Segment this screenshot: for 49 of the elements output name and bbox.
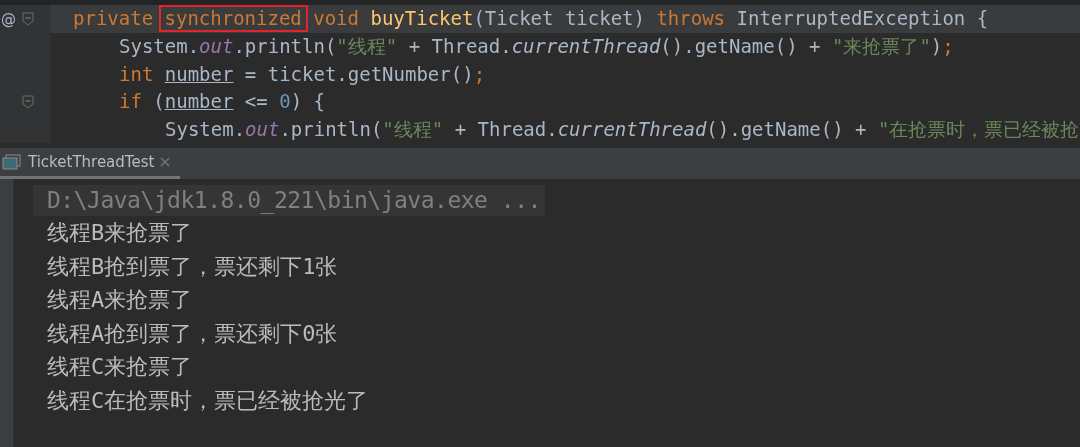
- console-icon: [2, 154, 22, 170]
- code-token: 0: [279, 92, 291, 112]
- console-output-line: 线程B抢到票了，票还剩下1张: [46, 252, 338, 281]
- code-token: ().getName() +: [706, 120, 868, 140]
- code-token: ().getName() +: [660, 37, 822, 57]
- code-token: if: [119, 92, 143, 112]
- code-token: ) {: [290, 92, 325, 112]
- code-token: void: [312, 9, 360, 29]
- code-token: System.: [119, 37, 200, 57]
- tab-label: TicketThreadTest: [28, 153, 155, 171]
- code-token: + Thread.: [407, 37, 512, 57]
- code-token: "线程": [336, 37, 398, 57]
- run-tab[interactable]: TicketThreadTest: [0, 148, 181, 179]
- console-command: D:\Java\jdk1.8.0_221\bin\java.exe ...: [33, 185, 545, 216]
- code-token: out: [245, 120, 280, 140]
- code-token: (: [153, 92, 165, 112]
- code-token: System.: [165, 120, 246, 140]
- code-token: = ticket.getNumber(): [243, 64, 474, 84]
- highlighted-code-token: synchronized: [158, 5, 308, 33]
- code-token: ;: [473, 64, 486, 84]
- code-token: InterruptedException {: [736, 9, 989, 29]
- code-token: (Ticket ticket): [473, 9, 646, 29]
- code-token: out: [199, 37, 234, 57]
- code-token: currentThread: [557, 120, 707, 140]
- gutter-marker: @: [1, 9, 17, 28]
- console-output-line: 线程C来抢票了: [46, 353, 193, 382]
- code-token: + Thread.: [453, 120, 558, 140]
- code-token: number: [164, 64, 234, 84]
- code-token: buyTicket: [370, 9, 474, 29]
- code-token: number: [164, 92, 234, 112]
- code-token: .println(: [279, 120, 383, 140]
- code-token: private: [73, 9, 155, 29]
- code-token: currentThread: [511, 37, 661, 57]
- code-token: "来抢票了": [831, 37, 931, 57]
- console-output-line: 线程C在抢票时，票已经被抢光了: [46, 386, 369, 415]
- code-token: "在抢票时，票已经被抢: [877, 120, 1080, 140]
- code-token: "线程": [382, 120, 444, 140]
- code-token: throws: [656, 9, 727, 29]
- code-token: <=: [243, 92, 269, 112]
- console-output-line: 线程A抢到票了，票还剩下0张: [46, 319, 338, 348]
- fold-icon[interactable]: [22, 94, 34, 109]
- code-token: int: [119, 64, 155, 84]
- fold-icon[interactable]: [22, 11, 34, 26]
- code-token: ;: [942, 37, 954, 57]
- code-token: ): [930, 37, 943, 57]
- code-token: .println(: [233, 37, 337, 57]
- console-output-line: 线程A来抢票了: [46, 286, 193, 315]
- close-icon[interactable]: [160, 157, 171, 167]
- console-output-line: 线程B来抢票了: [46, 219, 193, 247]
